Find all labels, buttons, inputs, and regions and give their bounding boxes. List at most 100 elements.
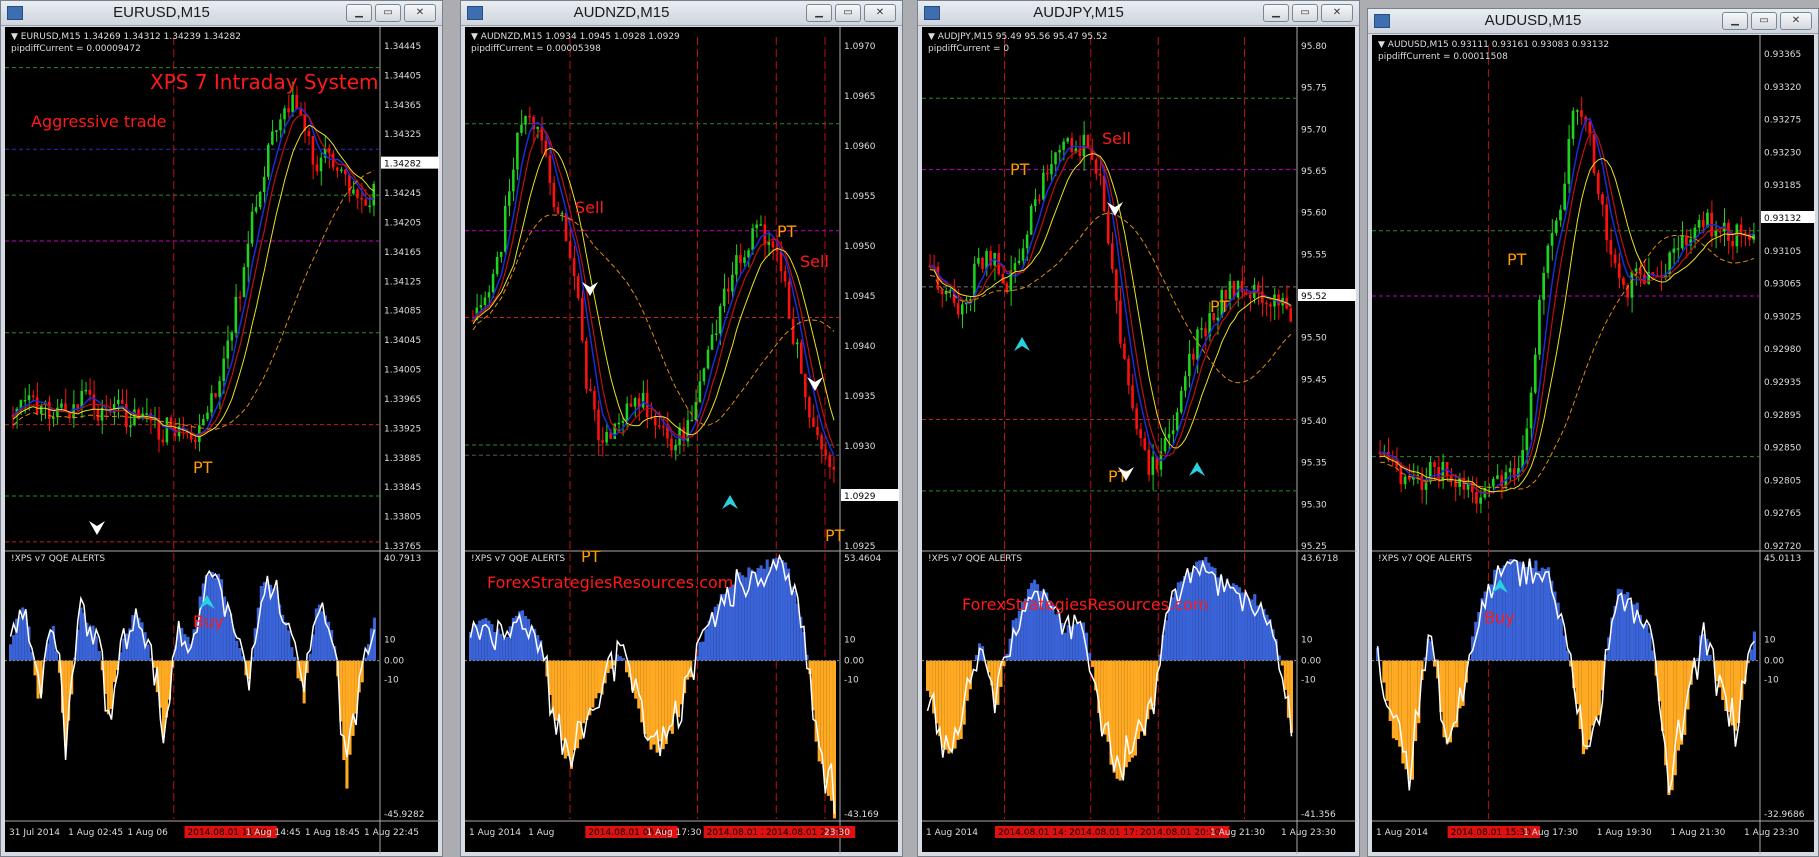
candle-body (710, 334, 714, 350)
price-scale-label: 95.50 (1301, 334, 1327, 344)
candle-body (727, 288, 730, 292)
qqe-bar-positive (287, 630, 291, 661)
candle-body (1115, 269, 1118, 301)
qqe-bar-negative (591, 660, 595, 708)
indicator-scale-label: 10 (1764, 636, 1776, 646)
price-chart[interactable]: 95.80 95.75 95.70 95.65 95.60 95.55 95.52 95.50… (922, 27, 1357, 854)
window-titlebar[interactable]: AUDUSD,M15 ▁ ▭ ✕ (1368, 9, 1818, 34)
chart-window-audnzd[interactable]: AUDNZD,M15 ▁ ▭ ✕ 1.0970 1.0965 1.0960 1.095… (460, 0, 903, 857)
maximize-button[interactable]: ▭ (1292, 4, 1318, 22)
qqe-bar-negative (1433, 660, 1437, 667)
candle-body (828, 455, 831, 468)
qqe-bar-negative (820, 660, 824, 764)
minimize-button[interactable]: ▁ (1722, 12, 1748, 30)
candle-body (226, 340, 229, 359)
window-title: AUDNZD,M15 (573, 4, 670, 21)
candle-body (1609, 240, 1613, 255)
price-chart[interactable]: 1.34445 1.34405 1.34365 1.34325 1.34282 1.342… (5, 27, 440, 854)
time-label: 1 Aug 18:45 (305, 828, 360, 838)
maximize-button[interactable]: ▭ (835, 4, 861, 22)
price-scale-label: 1.34085 (384, 307, 421, 317)
maximize-button[interactable]: ▭ (375, 4, 401, 22)
candle-body (194, 439, 197, 443)
minimize-button[interactable]: ▁ (806, 4, 832, 22)
qqe-bar-positive (502, 638, 506, 661)
chart-area[interactable]: 1.34445 1.34405 1.34365 1.34325 1.34282 1.342… (5, 27, 440, 854)
qqe-bar-positive (744, 577, 748, 661)
candle-body (315, 164, 319, 172)
qqe-bar-negative (658, 660, 662, 742)
price-scale-label: 1.33805 (384, 513, 421, 523)
window-titlebar[interactable]: AUDNZD,M15 ▁ ▭ ✕ (461, 1, 902, 26)
qqe-bar-negative (594, 660, 598, 699)
chart-annotation: Sell (575, 198, 604, 217)
current-price-label: 1.0929 (844, 492, 876, 502)
indicator-scale-label: 43.6718 (1301, 554, 1338, 564)
price-chart[interactable]: 0.93365 0.93320 0.93275 0.93230 0.93185 0.931… (1372, 35, 1816, 854)
candle-body (165, 417, 169, 443)
chart-window-eurusd[interactable]: EURUSD,M15 ▁ ▭ ✕ 1.34445 1.34405 1.34365 1.… (0, 0, 443, 857)
indicator-scale-label: 0.00 (844, 657, 864, 667)
time-label: 1 Aug 02:45 (68, 828, 123, 838)
window-titlebar[interactable]: EURUSD,M15 ▁ ▭ ✕ (1, 1, 442, 26)
price-scale-label: 1.0940 (844, 342, 876, 352)
pipdiff-info: pipdiffCurrent = 0.00009472 (11, 44, 141, 54)
candle-body (238, 296, 242, 299)
price-scale-label: 0.92935 (1764, 378, 1801, 388)
candle-body (1131, 385, 1134, 409)
price-scale-label: 1.0945 (844, 292, 876, 302)
candle-body (1111, 243, 1114, 270)
qqe-bar-positive (284, 622, 288, 661)
window-titlebar[interactable]: AUDJPY,M15 ▁ ▭ ✕ (918, 1, 1359, 26)
close-button[interactable]: ✕ (1321, 4, 1353, 22)
indicator-label: !XPS v7 QQE ALERTS (1378, 554, 1472, 564)
candle-body (340, 169, 343, 172)
buy-arrow-icon (1014, 337, 1030, 351)
price-chart[interactable]: 1.0970 1.0965 1.0960 1.0955 1.0950 1.0945 1.09… (465, 27, 900, 854)
close-button[interactable]: ✕ (864, 4, 896, 22)
candle-body (279, 119, 282, 131)
chart-window-audjpy[interactable]: AUDJPY,M15 ▁ ▭ ✕ 95.80 95.75 95.70 95.65 95.… (917, 0, 1360, 857)
candle-body (755, 224, 758, 229)
candle-body (800, 342, 803, 374)
candle-body (1613, 254, 1617, 264)
qqe-bar-positive (478, 620, 482, 661)
qqe-bar-negative (1591, 660, 1595, 726)
indicator-scale-label: 0.00 (384, 657, 404, 667)
minimize-button[interactable]: ▁ (1263, 4, 1289, 22)
qqe-bar-positive (94, 636, 98, 661)
candle-body (145, 413, 148, 415)
candle-body (1496, 475, 1499, 479)
chart-area[interactable]: 0.93365 0.93320 0.93275 0.93230 0.93185 0.931… (1372, 35, 1816, 854)
minimize-button[interactable]: ▁ (346, 4, 372, 22)
candle-body (116, 399, 120, 405)
chart-area[interactable]: 1.0970 1.0965 1.0960 1.0955 1.0950 1.0945 1.09… (465, 27, 900, 854)
chart-annotation: PT (825, 526, 845, 545)
candle-body (23, 399, 27, 402)
qqe-bar-positive (293, 657, 297, 661)
close-button[interactable]: ✕ (1780, 12, 1812, 30)
qqe-bar-negative (1382, 660, 1386, 683)
qqe-bar-positive (520, 610, 525, 661)
maximize-button[interactable]: ▭ (1751, 12, 1777, 30)
price-scale-label: 0.93230 (1764, 148, 1801, 158)
candle-body (658, 425, 661, 427)
candle-body (981, 257, 984, 270)
candle-body (56, 407, 59, 417)
candle-body (783, 271, 787, 282)
indicator-scale-label: -41.356 (1301, 810, 1336, 820)
candle-body (84, 389, 88, 392)
candle-body (1058, 149, 1061, 153)
candle-body (516, 132, 519, 170)
chart-area[interactable]: 95.80 95.75 95.70 95.65 95.60 95.55 95.52 95.50… (922, 27, 1357, 854)
window-title: EURUSD,M15 (113, 4, 210, 21)
candle-body (816, 426, 819, 436)
close-button[interactable]: ✕ (404, 4, 436, 22)
candle-body (743, 257, 746, 263)
qqe-bar-negative (1407, 660, 1411, 780)
chart-window-audusd[interactable]: AUDUSD,M15 ▁ ▭ ✕ 0.93365 0.93320 0.93275 0.… (1367, 8, 1819, 857)
candle-body (1630, 271, 1634, 298)
symbol-info: ▼ AUDNZD,M15 1.0934 1.0945 1.0928 1.0929 (471, 32, 680, 42)
candle-body (1403, 476, 1407, 485)
time-label: 1 Aug 2014 (469, 828, 521, 838)
